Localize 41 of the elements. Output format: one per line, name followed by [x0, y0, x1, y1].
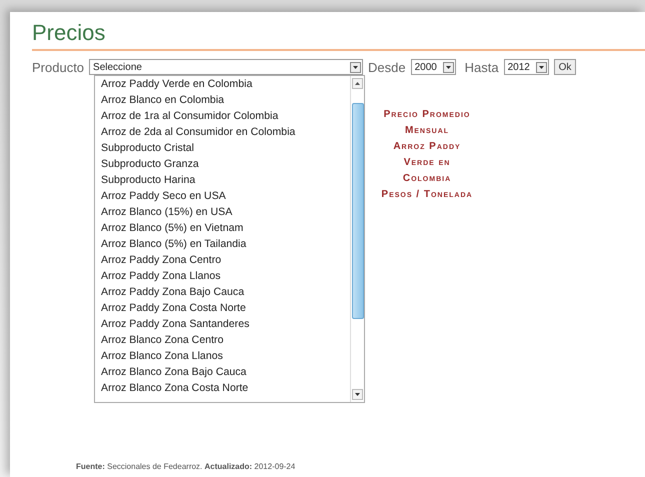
dropdown-option[interactable]: Arroz Paddy Seco en USA [101, 188, 350, 204]
scroll-up-icon[interactable] [352, 78, 363, 89]
dropdown-option[interactable]: Arroz de 2da al Consumidor en Colombia [101, 124, 350, 140]
chart-title: Arroz Paddy [393, 140, 461, 154]
product-label: Producto [32, 60, 84, 74]
dropdown-option[interactable]: Arroz Paddy Zona Centro [101, 252, 350, 268]
chart-title: Mensual [404, 124, 450, 138]
chart-title: Precio Promedio [384, 108, 470, 122]
dropdown-option[interactable]: Arroz Paddy Zona Bajo Cauca [101, 284, 350, 300]
product-select[interactable]: Seleccione [89, 59, 364, 75]
to-label: Hasta [464, 60, 499, 74]
dropdown-option[interactable]: Arroz Blanco (15%) en USA [101, 204, 350, 220]
dropdown-option[interactable]: Arroz Paddy Zona Llanos [101, 268, 350, 284]
ok-button[interactable]: Ok [554, 59, 576, 75]
page-title: Precios [32, 20, 106, 46]
dropdown-option[interactable]: Arroz Paddy Verde en Colombia [101, 76, 350, 92]
caret-icon [536, 62, 547, 72]
scroll-down-icon[interactable] [352, 389, 363, 400]
dropdown-option[interactable]: Subproducto Cristal [101, 140, 350, 156]
caret-icon [442, 62, 454, 72]
source-note: Fuente: Seccionales de Fedearroz. Actualizado: 2012-09-24 [76, 462, 296, 471]
chart-title: Pesos / Tonelada [381, 188, 473, 202]
dropdown-option[interactable]: Arroz Blanco Zona Costa Norte [101, 380, 350, 396]
dropdown-option[interactable]: Arroz de 1ra al Consumidor Colombia [101, 108, 350, 124]
chart-title: Colombia [402, 172, 452, 186]
dropdown-option[interactable]: Arroz Paddy Zona Santanderes [101, 316, 350, 332]
dropdown-option[interactable]: Arroz Blanco (5%) en Tailandia [101, 236, 350, 252]
dropdown-option[interactable]: Arroz Blanco Zona Bajo Cauca [101, 364, 350, 380]
from-label: Desde [368, 60, 406, 74]
dropdown-option[interactable]: Arroz Blanco en Colombia [101, 92, 350, 108]
dropdown-option[interactable]: Arroz Blanco (5%) en Vietnam [101, 220, 350, 236]
to-year-select[interactable]: 2012 [504, 59, 549, 75]
caret-icon [350, 62, 362, 72]
dropdown-option[interactable]: Arroz Paddy Zona Costa Norte [101, 300, 350, 316]
dropdown-option[interactable]: Subproducto Granza [101, 156, 350, 172]
from-year-select[interactable]: 2000 [410, 59, 456, 75]
dropdown-option[interactable]: Subproducto Harina [101, 172, 350, 188]
scrollbar-thumb[interactable] [352, 103, 364, 319]
chart-title: Verde en [404, 156, 450, 170]
dropdown-option[interactable]: Arroz Blanco Zona Llanos [101, 348, 350, 364]
dropdown-option[interactable]: Arroz Blanco Zona Centro [101, 332, 350, 348]
